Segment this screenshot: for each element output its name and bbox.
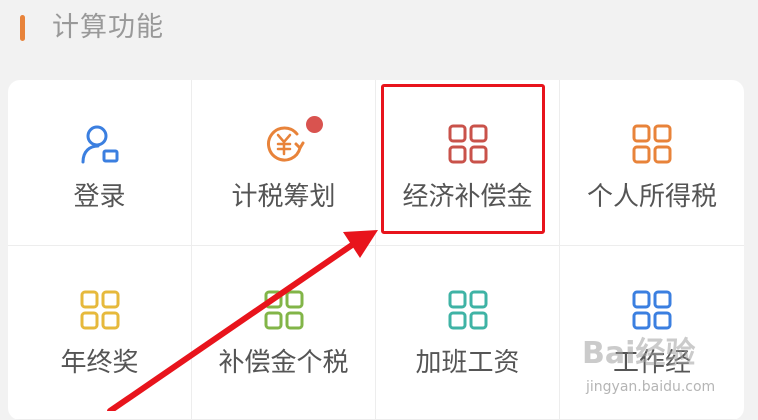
section-title: 计算功能	[52, 12, 164, 43]
grid-item-label: 年终奖	[60, 348, 139, 378]
grid-item-label: 个人所得税	[586, 182, 717, 212]
user-login-icon	[81, 125, 118, 164]
grid-item-personal-income-tax[interactable]: 个人所得税	[560, 80, 744, 246]
grid-apps-icon	[632, 290, 672, 330]
grid-item-economic-compensation[interactable]: 经济补偿金	[376, 80, 560, 246]
grid-item-year-end-bonus[interactable]: 年终奖	[8, 246, 192, 420]
grid-item-label: 经济补偿金	[402, 182, 533, 212]
notification-badge	[306, 116, 323, 133]
grid-apps-icon	[632, 124, 672, 164]
grid-item-compensation-tax[interactable]: 补偿金个税	[192, 246, 376, 420]
grid-apps-icon	[264, 290, 303, 330]
grid-item-label: 登录	[73, 182, 126, 212]
grid-apps-icon	[80, 290, 119, 330]
grid-item-label: 补偿金个税	[218, 348, 349, 378]
grid-item-overtime-pay[interactable]: 加班工资	[376, 246, 560, 420]
function-grid: 登录 计税筹划 经济补偿金 个人所得税 年终奖 补偿金个税 加班工资 工作经	[8, 80, 744, 420]
grid-item-work-experience[interactable]: 工作经	[560, 246, 744, 420]
function-card: 登录 计税筹划 经济补偿金 个人所得税 年终奖 补偿金个税 加班工资 工作经	[8, 80, 744, 420]
section-accent-bar	[20, 15, 25, 41]
grid-item-login[interactable]: 登录	[8, 80, 192, 246]
yuan-cycle-icon	[266, 126, 304, 162]
grid-item-label: 计税筹划	[231, 182, 336, 212]
grid-item-label: 工作经	[612, 348, 691, 378]
grid-item-tax-planning[interactable]: 计税筹划	[192, 80, 376, 246]
grid-apps-icon	[448, 290, 487, 330]
grid-apps-icon	[448, 124, 487, 164]
section-header: 计算功能	[0, 0, 758, 60]
grid-item-label: 加班工资	[415, 348, 520, 378]
